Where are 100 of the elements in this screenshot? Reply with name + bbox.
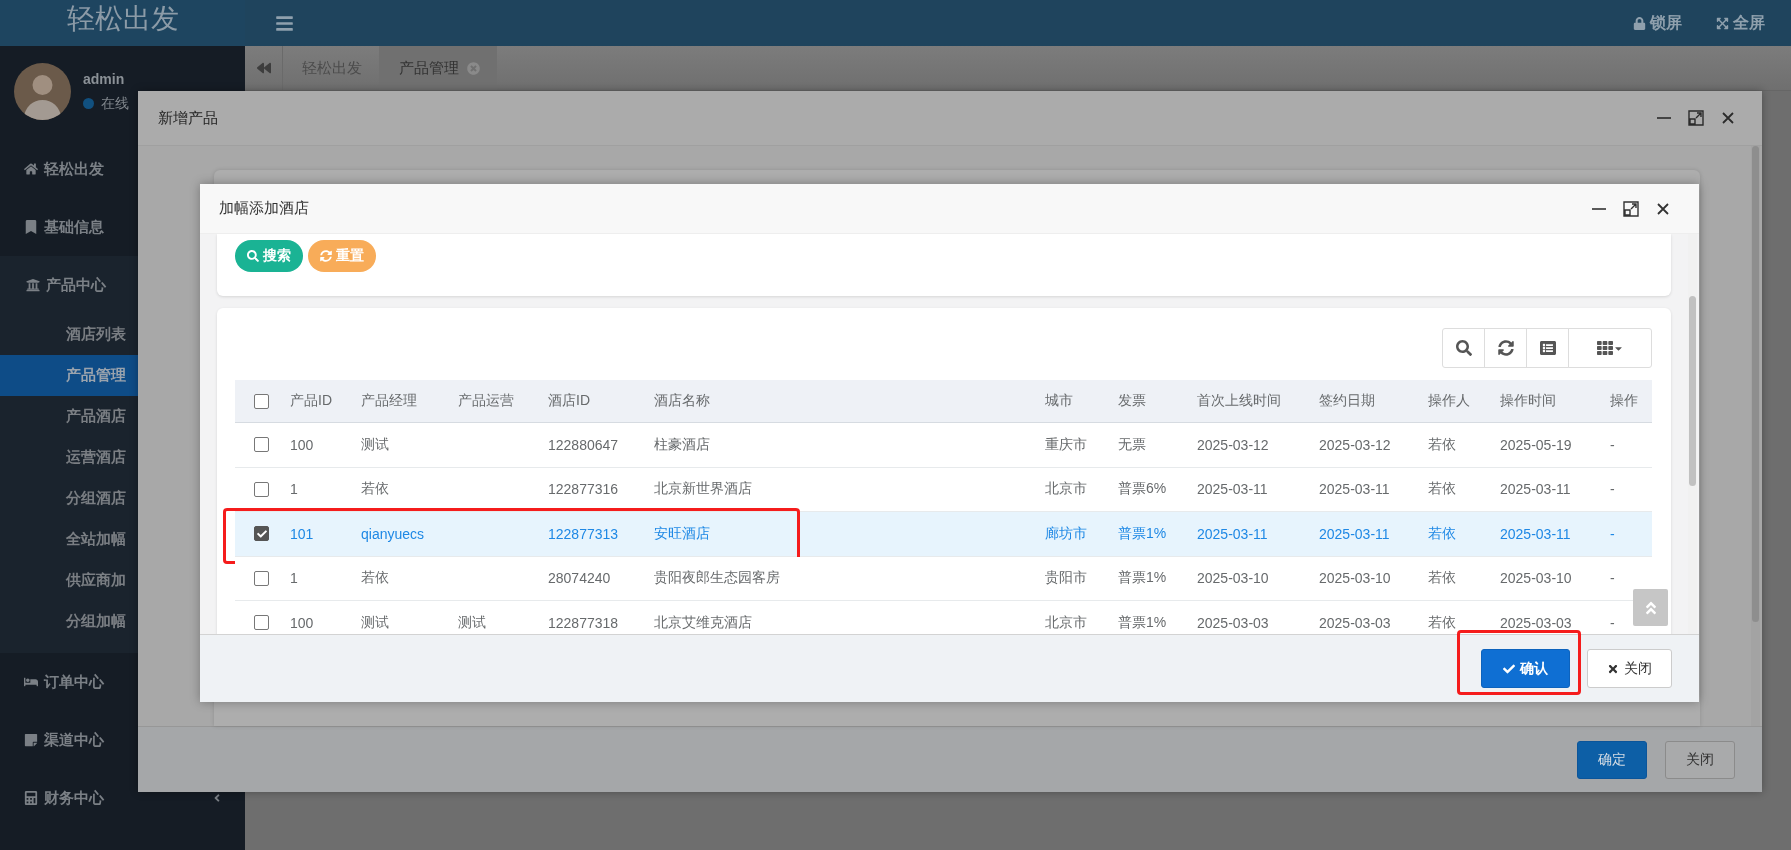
table-cell-text: 2025-03-11 — [1197, 525, 1269, 542]
table-cell-text: 2025-03-11 — [1197, 481, 1269, 498]
column-header: 产品经理 — [361, 392, 418, 410]
table-cell-text: 若依 — [1428, 613, 1457, 632]
table-cell-text: 廊坊市 — [1045, 524, 1088, 543]
table-cell-text: 122880647 — [548, 436, 620, 453]
column-header: 签约日期 — [1319, 392, 1376, 410]
close-icon — [1607, 662, 1619, 675]
table-cell-text: 122877313 — [548, 525, 620, 542]
table-cell-text: 无票 — [1118, 435, 1147, 454]
calculator-icon — [24, 791, 38, 805]
dialog-button[interactable]: 确定 — [1577, 740, 1647, 779]
close-button[interactable]: 关闭 — [1587, 649, 1672, 688]
table-cell-text: 若依 — [1428, 524, 1457, 543]
column-header: 发票 — [1118, 392, 1147, 410]
table-cell-text: 100 — [290, 614, 315, 631]
dialog-title: 加幅添加酒店 — [219, 199, 309, 218]
toolbar-button[interactable] — [1526, 328, 1569, 368]
toolbar-button[interactable] — [1484, 328, 1527, 368]
checkbox[interactable] — [254, 437, 269, 453]
table-cell-text: 北京市 — [1045, 480, 1088, 499]
table-cell-text: 普票6% — [1118, 480, 1168, 499]
user-name: admin — [83, 70, 126, 87]
table-cell-text: 北京艾维克酒店 — [654, 613, 753, 632]
table-cell-text: 2025-03-11 — [1500, 481, 1572, 498]
refresh-icon — [1497, 340, 1514, 356]
checkbox[interactable] — [254, 526, 269, 542]
table-cell-text: - — [1610, 570, 1616, 587]
table-cell-text: 2025-03-11 — [1319, 481, 1391, 498]
toolbar-button[interactable] — [1442, 328, 1485, 368]
lock-icon — [1633, 16, 1646, 30]
table-cell-text: 2025-03-12 — [1197, 436, 1270, 453]
table-cell-text: 测试 — [361, 613, 390, 632]
maximize-icon[interactable] — [1623, 200, 1639, 217]
grid-icon — [1596, 340, 1613, 356]
table-cell-text: 若依 — [1428, 569, 1457, 588]
table-cell-text: - — [1610, 436, 1616, 453]
table-cell-text: - — [1610, 525, 1616, 542]
table-cell-text: 柱豪酒店 — [654, 435, 711, 454]
column-header: 操作时间 — [1500, 392, 1557, 410]
table-cell-text: 安旺酒店 — [654, 524, 711, 543]
table-cell-text: - — [1610, 614, 1616, 631]
check-icon — [1503, 662, 1515, 675]
column-header: 首次上线时间 — [1197, 392, 1282, 410]
close-icon[interactable] — [1655, 200, 1671, 217]
table-cell-text: 若依 — [361, 569, 390, 588]
dialog-button[interactable]: 关闭 — [1665, 740, 1735, 779]
column-header: 操作人 — [1428, 392, 1471, 410]
refresh-icon — [320, 250, 332, 262]
table-cell-text: 北京新世界酒店 — [654, 480, 753, 499]
table-cell-text: qianyuecs — [361, 525, 426, 542]
status-dot — [83, 98, 94, 109]
check-icon — [256, 528, 267, 539]
table-cell-text: 重庆市 — [1045, 435, 1088, 454]
search-icon — [247, 250, 259, 262]
table-cell-text: 若依 — [1428, 435, 1457, 454]
maximize-icon[interactable] — [1688, 110, 1704, 126]
checkbox[interactable] — [254, 393, 269, 409]
table-cell-text: 若依 — [1428, 480, 1457, 499]
search-icon — [1455, 340, 1472, 356]
column-header: 操作 — [1610, 392, 1639, 410]
table-cell-text: 贵阳市 — [1045, 569, 1088, 588]
column-header: 酒店名称 — [654, 392, 711, 410]
table-cell-text: 2025-03-10 — [1197, 570, 1270, 587]
table-cell-text: 1 — [290, 570, 299, 587]
checkbox[interactable] — [254, 481, 269, 497]
toolbar-button[interactable] — [1568, 328, 1652, 368]
table-cell-text: 122877318 — [548, 614, 620, 631]
checkbox[interactable] — [254, 570, 269, 586]
bed-icon — [24, 675, 38, 689]
table-cell-text: 2025-05-19 — [1500, 436, 1573, 453]
close-icon[interactable] — [1720, 110, 1736, 126]
user-status: 在线 — [101, 94, 129, 113]
table-cell-text: 普票1% — [1118, 524, 1168, 543]
bookmark-icon — [24, 220, 38, 234]
table-cell-text: 2025-03-03 — [1319, 614, 1392, 631]
table-cell-text: 122877316 — [548, 481, 620, 498]
list-icon — [1539, 340, 1556, 356]
menu-icon[interactable] — [275, 13, 294, 33]
confirm-button[interactable]: 确认 — [1481, 649, 1570, 688]
table-cell-text: 测试 — [458, 613, 487, 632]
sidebar-item[interactable]: 轻松出发 — [0, 140, 245, 198]
fullscreen-icon — [1716, 16, 1729, 30]
table-cell-text: 2025-03-03 — [1500, 614, 1573, 631]
toolbar-link[interactable]: 锁屏 — [1633, 12, 1682, 34]
column-header: 产品ID — [290, 392, 333, 410]
sidebar-item[interactable]: 订单中心 — [0, 653, 245, 711]
column-header: 城市 — [1045, 392, 1074, 410]
table-cell-text: 2025-03-10 — [1319, 570, 1392, 587]
sidebar-item[interactable]: 渠道中心 — [0, 711, 245, 769]
table-cell-text: 2025-03-03 — [1197, 614, 1270, 631]
toolbar-link[interactable]: 全屏 — [1716, 12, 1765, 34]
sidebar-item[interactable]: 财务中心 — [0, 769, 245, 827]
table-cell-text: 1 — [290, 481, 299, 498]
bank-icon — [26, 278, 40, 292]
column-header: 产品运营 — [458, 392, 515, 410]
checkbox[interactable] — [254, 615, 269, 631]
scrollbar[interactable] — [1752, 146, 1759, 622]
scrollbar[interactable] — [1689, 296, 1696, 486]
search-button[interactable]: 搜索 — [235, 240, 303, 272]
